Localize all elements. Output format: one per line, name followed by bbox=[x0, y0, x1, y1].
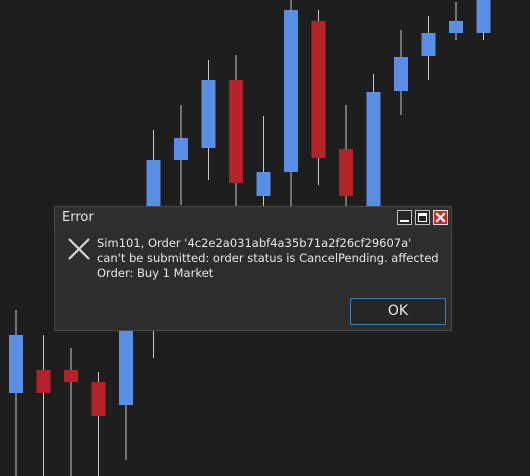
close-icon bbox=[435, 212, 446, 223]
maximize-button[interactable] bbox=[415, 210, 430, 225]
candle-up bbox=[366, 92, 381, 210]
ok-button[interactable]: OK bbox=[350, 298, 446, 325]
candle-up bbox=[421, 33, 436, 56]
error-x-icon bbox=[68, 238, 90, 260]
candle-down bbox=[339, 149, 353, 196]
candle-up bbox=[449, 21, 463, 33]
minimize-button[interactable] bbox=[397, 210, 412, 225]
close-button[interactable] bbox=[433, 210, 448, 225]
candle-up bbox=[284, 10, 298, 172]
candle-down bbox=[229, 80, 243, 183]
error-message: Sim101, Order '4c2e2a031abf4a35b71a2f26c… bbox=[97, 236, 439, 280]
candle-up bbox=[256, 172, 271, 196]
candle-up bbox=[476, 0, 491, 33]
error-dialog: Error Sim101, Order '4c2e2a031abf4a35b71… bbox=[54, 206, 452, 331]
dialog-title: Error bbox=[62, 210, 94, 225]
candle-up bbox=[201, 80, 216, 148]
candle-down bbox=[36, 370, 51, 393]
candle-up bbox=[174, 138, 188, 160]
candle-up bbox=[394, 57, 408, 91]
candle-down bbox=[64, 370, 78, 382]
candle-down bbox=[91, 382, 106, 416]
candle-down bbox=[311, 21, 326, 158]
dialog-titlebar[interactable]: Error bbox=[55, 207, 451, 229]
candle-up bbox=[9, 335, 23, 393]
